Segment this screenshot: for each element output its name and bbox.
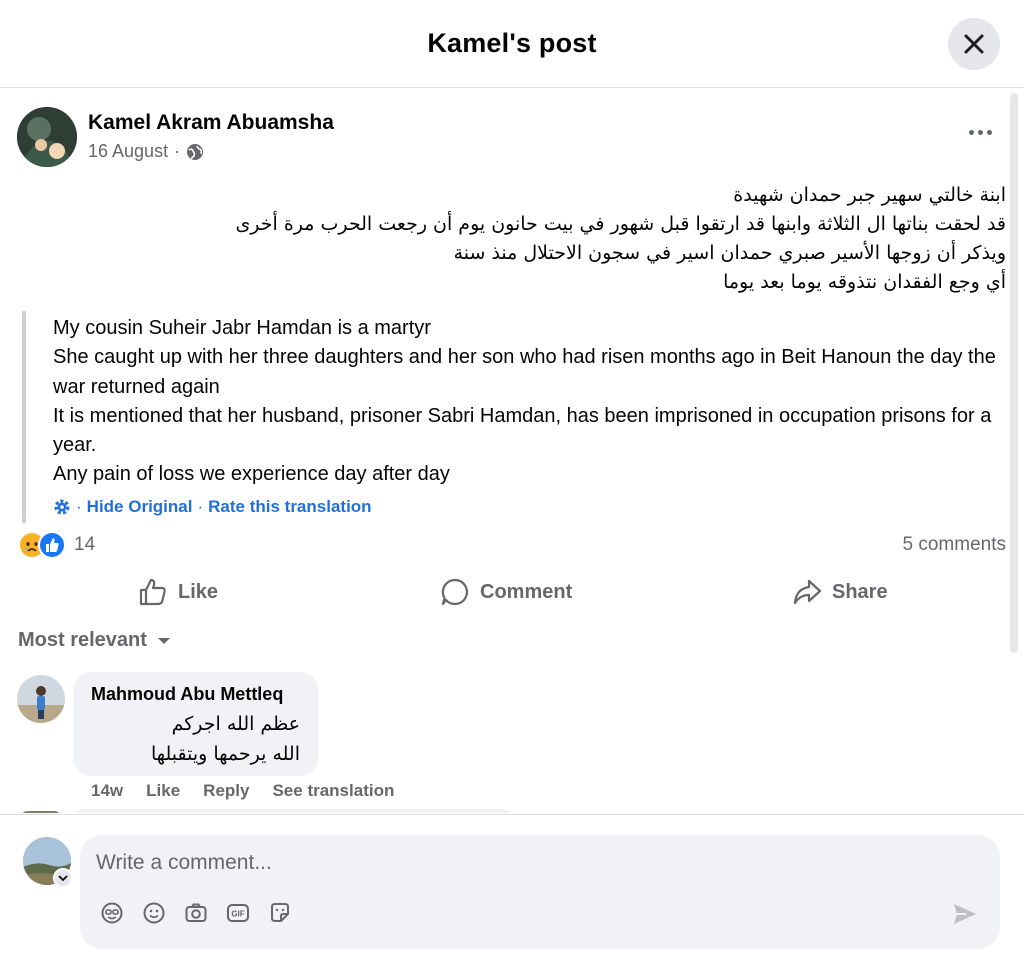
gif-button[interactable]: GIF: [224, 899, 252, 927]
photo-button[interactable]: [182, 899, 210, 927]
sort-label: Most relevant: [18, 629, 147, 651]
comment-line: الله يرحمها ويتقبلها: [150, 743, 300, 765]
comment-bubble-icon: [441, 578, 469, 606]
comment-like-button[interactable]: Like: [146, 781, 180, 801]
more-options-button[interactable]: [960, 117, 1000, 147]
translation-line: She caught up with her three daughters a…: [53, 346, 996, 398]
post-translation: My cousin Suheir Jabr Hamdan is a martyr…: [22, 311, 1012, 523]
post-meta: 16 August ·: [88, 141, 204, 162]
comment-input[interactable]: [96, 847, 976, 879]
gear-icon[interactable]: [53, 498, 71, 516]
commenter-name[interactable]: Mahmoud Abu Mettleq: [91, 684, 300, 705]
link-separator: ·: [76, 497, 82, 516]
globe-icon: [187, 143, 204, 160]
thumbs-up-icon: [139, 578, 166, 606]
profile-switch-button[interactable]: [53, 868, 73, 888]
more-dot-icon: [986, 129, 992, 135]
commenter-avatar[interactable]: [17, 675, 65, 723]
share-button[interactable]: Share: [792, 567, 888, 617]
modal-title: Kamel's post: [427, 28, 597, 58]
share-label: Share: [832, 580, 888, 603]
chevron-down-icon: [58, 875, 68, 882]
sticker-button[interactable]: [266, 899, 294, 927]
translation-line: Any pain of loss we experience day after…: [53, 463, 450, 486]
post-actions: Like Comment Share: [0, 567, 1024, 617]
author-name[interactable]: Kamel Akram Abuamsha: [88, 111, 334, 135]
more-dot-icon: [977, 129, 983, 135]
modal-header: Kamel's post: [0, 0, 1024, 88]
reactions-summary[interactable]: 14: [18, 531, 95, 559]
close-icon: [964, 34, 984, 54]
comment-bubble: Mahmoud Abu Mettleq عظم الله اجركم الله …: [73, 672, 318, 776]
comment-actions: 14w Like Reply See translation: [91, 781, 394, 801]
comment-age[interactable]: 14w: [91, 781, 123, 801]
post-scroll-area[interactable]: Kamel Akram Abuamsha 16 August · ابنة خا…: [0, 89, 1024, 813]
post-original-text: ابنة خالتي سهير جبر حمدان شهيدة قد لحقت …: [20, 181, 1006, 297]
composer-tools: GIF: [98, 899, 294, 927]
svg-text:GIF: GIF: [231, 910, 244, 919]
more-dot-icon: [968, 129, 974, 135]
camera-icon: [185, 903, 207, 922]
next-comment-bubble: [73, 809, 513, 813]
comment-reply-button[interactable]: Reply: [203, 781, 249, 801]
comment-box: GIF: [80, 835, 1000, 949]
emoji-icon: [143, 902, 165, 924]
like-button[interactable]: Like: [138, 567, 218, 617]
comment-sort-dropdown[interactable]: Most relevant: [18, 629, 171, 652]
comment-line: عظم الله اجركم: [171, 713, 300, 735]
translation-text: My cousin Suheir Jabr Hamdan is a martyr…: [53, 311, 1012, 490]
comment-text: عظم الله اجركم الله يرحمها ويتقبلها: [91, 709, 300, 769]
post-original-line: ويذكر أن زوجها الأسير صبري حمدان اسير في…: [453, 242, 1006, 264]
avatar-sticker-button[interactable]: [98, 899, 126, 927]
rate-translation-link[interactable]: Rate this translation: [208, 497, 371, 517]
see-translation-link[interactable]: See translation: [272, 781, 394, 801]
emoji-button[interactable]: [140, 899, 168, 927]
post-original-line: قد لحقت بناتها ال الثلاثة وابنها قد ارتق…: [235, 213, 1006, 235]
translation-line: It is mentioned that her husband, prison…: [53, 404, 992, 457]
reaction-count: 14: [74, 534, 96, 555]
send-button[interactable]: [950, 899, 980, 929]
send-icon: [954, 904, 976, 924]
post-original-line: ابنة خالتي سهير جبر حمدان شهيدة: [733, 184, 1006, 206]
link-separator: ·: [197, 497, 204, 516]
comment-label: Comment: [480, 580, 573, 603]
translation-line: My cousin Suheir Jabr Hamdan is a martyr: [53, 317, 431, 339]
sticker-icon: [271, 903, 289, 922]
close-button[interactable]: [948, 18, 1000, 70]
like-label: Like: [178, 580, 219, 603]
author-avatar[interactable]: [17, 107, 77, 167]
comment-composer: GIF: [0, 814, 1024, 974]
gif-icon: GIF: [227, 904, 249, 922]
like-reaction-icon: [38, 531, 66, 559]
next-commenter-avatar[interactable]: [20, 811, 62, 813]
translation-links: · Hide Original · Rate this translation: [53, 497, 372, 517]
post-date[interactable]: 16 August: [88, 141, 168, 162]
caret-down-icon: [157, 637, 170, 644]
post-original-line: أي وجع الفقدان نتذوقه يوما بعد يوما: [723, 271, 1006, 293]
share-arrow-icon: [793, 579, 822, 605]
comments-count[interactable]: 5 comments: [903, 534, 1006, 556]
hide-original-link[interactable]: Hide Original: [87, 497, 193, 517]
avatar-sticker-icon: [101, 902, 123, 924]
comment-button[interactable]: Comment: [440, 567, 572, 617]
meta-separator: ·: [174, 141, 181, 161]
